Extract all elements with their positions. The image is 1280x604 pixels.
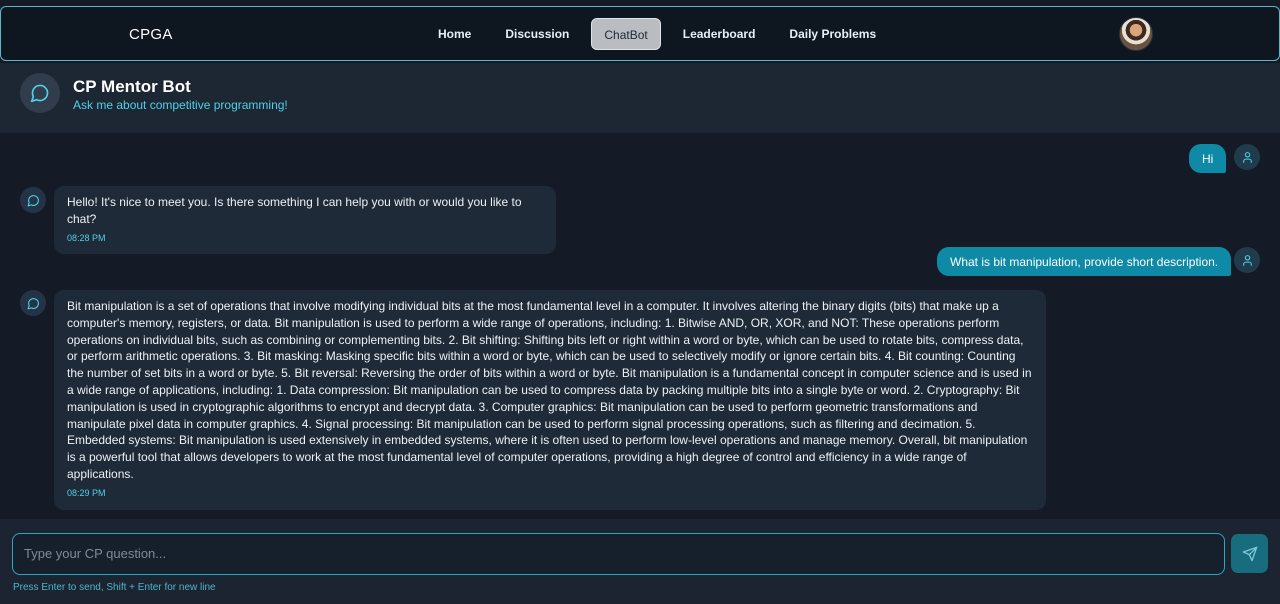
input-hint: Press Enter to send, Shift + Enter for n… <box>13 582 216 593</box>
bot-message-text: Hello! It's nice to meet you. Is there s… <box>67 195 522 226</box>
brand-logo[interactable]: CPGA <box>129 26 173 43</box>
navbar: CPGA Home Discussion ChatBot Leaderboard… <box>0 6 1280 61</box>
bot-avatar <box>20 187 46 213</box>
bot-title: CP Mentor Bot <box>73 77 191 96</box>
nav-links: Home Discussion ChatBot Leaderboard Dail… <box>426 18 898 50</box>
input-bar: Press Enter to send, Shift + Enter for n… <box>0 519 1280 604</box>
message-timestamp: 08:29 PM <box>67 487 106 498</box>
bot-message: Hello! It's nice to meet you. Is there s… <box>54 186 556 255</box>
user-avatar <box>1234 247 1260 273</box>
profile-avatar[interactable] <box>1119 17 1153 51</box>
bot-header: CP Mentor Bot Ask me about competitive p… <box>0 63 1280 133</box>
message-circle-icon <box>27 297 39 309</box>
message-circle-icon <box>30 84 49 103</box>
nav-link-chatbot[interactable]: ChatBot <box>591 18 661 50</box>
send-icon <box>1242 546 1257 561</box>
user-message: What is bit manipulation, provide short … <box>937 247 1232 276</box>
bot-header-icon <box>20 73 60 113</box>
chat-input[interactable] <box>12 533 1225 575</box>
nav-link-discussion[interactable]: Discussion <box>493 18 581 50</box>
bot-message-text: Bit manipulation is a set of operations … <box>67 299 1032 481</box>
bot-message: Bit manipulation is a set of operations … <box>54 290 1046 510</box>
user-icon <box>1242 254 1252 266</box>
message-timestamp: 08:28 PM <box>67 232 106 243</box>
user-avatar <box>1234 144 1260 170</box>
nav-link-leaderboard[interactable]: Leaderboard <box>671 18 768 50</box>
user-message: Hi <box>1189 144 1227 173</box>
bot-subtitle: Ask me about competitive programming! <box>73 98 288 112</box>
bot-avatar <box>20 290 46 316</box>
nav-link-home[interactable]: Home <box>426 18 483 50</box>
send-button[interactable] <box>1231 534 1268 573</box>
message-circle-icon <box>27 194 39 206</box>
nav-link-daily-problems[interactable]: Daily Problems <box>777 18 888 50</box>
user-icon <box>1242 151 1252 163</box>
